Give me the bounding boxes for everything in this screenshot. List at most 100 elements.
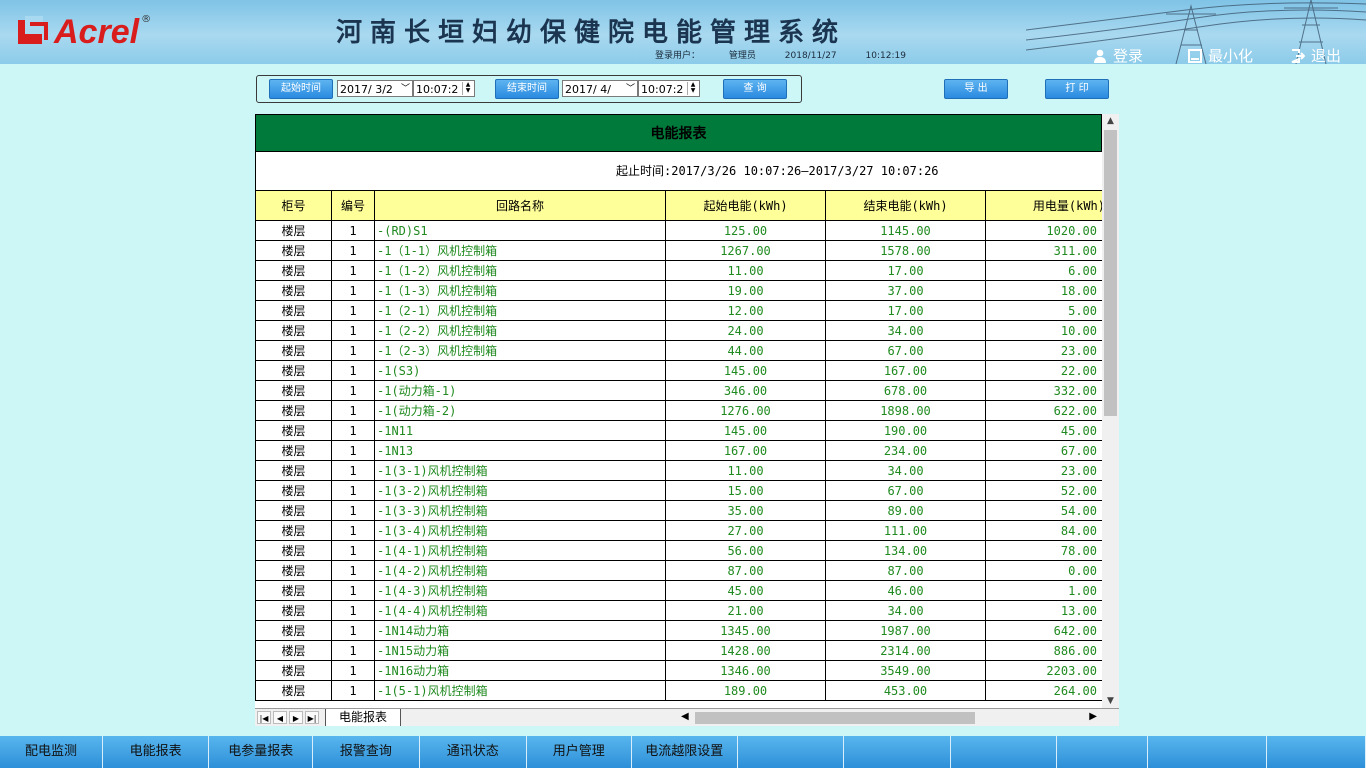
prev-sheet-icon[interactable]: ◀ bbox=[273, 711, 287, 724]
login-user: 管理员 bbox=[728, 51, 756, 61]
cell-end-energy: 190.00 bbox=[825, 420, 986, 441]
table-row: 楼层 1 -1（2-3）风机控制箱 44.00 67.00 23.00 bbox=[255, 340, 1106, 361]
table-row: 楼层 1 -(RD)S1 125.00 1145.00 1020.00 bbox=[255, 220, 1106, 241]
cell-cabinet: 楼层 bbox=[255, 680, 332, 701]
minimize-button[interactable]: 最小化 bbox=[1188, 45, 1253, 64]
export-button[interactable]: 导 出 bbox=[944, 79, 1008, 99]
nav-item-empty[interactable] bbox=[1148, 736, 1267, 768]
cell-consumption: 1020.00 bbox=[985, 220, 1106, 241]
query-button[interactable]: 查 询 bbox=[723, 79, 787, 99]
cell-cabinet: 楼层 bbox=[255, 300, 332, 321]
cell-number: 1 bbox=[331, 300, 375, 321]
cell-number: 1 bbox=[331, 280, 375, 301]
table-row: 楼层 1 -1（1-1）风机控制箱 1267.00 1578.00 311.00 bbox=[255, 240, 1106, 261]
scroll-right-icon[interactable]: ▶ bbox=[1089, 711, 1097, 722]
cell-start-energy: 346.00 bbox=[665, 380, 826, 401]
start-time-input[interactable]: 10:07:2 ▲ ▼ bbox=[413, 80, 475, 97]
cell-circuit-name: -1(动力箱-2) bbox=[374, 400, 666, 421]
cell-number: 1 bbox=[331, 680, 375, 701]
cell-end-energy: 37.00 bbox=[825, 280, 986, 301]
spinner-icon[interactable]: ▲ ▼ bbox=[687, 82, 698, 95]
cell-cabinet: 楼层 bbox=[255, 240, 332, 261]
scroll-left-icon[interactable]: ◀ bbox=[681, 711, 689, 722]
nav-item-empty[interactable] bbox=[1057, 736, 1148, 768]
login-button[interactable]: 登录 bbox=[1093, 45, 1143, 64]
cell-start-energy: 87.00 bbox=[665, 560, 826, 581]
nav-item-1[interactable]: 电能报表 bbox=[103, 736, 210, 768]
cell-cabinet: 楼层 bbox=[255, 440, 332, 461]
cell-end-energy: 1987.00 bbox=[825, 620, 986, 641]
nav-item-2[interactable]: 电参量报表 bbox=[209, 736, 314, 768]
nav-item-empty[interactable] bbox=[844, 736, 951, 768]
scroll-thumb[interactable] bbox=[1104, 130, 1117, 416]
cell-cabinet: 楼层 bbox=[255, 220, 332, 241]
cell-start-energy: 1345.00 bbox=[665, 620, 826, 641]
scroll-up-icon[interactable]: ▲ bbox=[1102, 114, 1119, 128]
table-row: 楼层 1 -1(3-1)风机控制箱 11.00 34.00 23.00 bbox=[255, 460, 1106, 481]
cell-start-energy: 44.00 bbox=[665, 340, 826, 361]
start-date-picker[interactable]: 2017/ 3/2 ﹀ bbox=[337, 80, 413, 97]
horizontal-scrollbar[interactable]: ◀ ▶ bbox=[681, 711, 1117, 725]
cell-circuit-name: -1N11 bbox=[374, 420, 666, 441]
cell-start-energy: 145.00 bbox=[665, 360, 826, 381]
nav-item-0[interactable]: 配电监测 bbox=[0, 736, 103, 768]
nav-item-4[interactable]: 通讯状态 bbox=[420, 736, 527, 768]
nav-item-3[interactable]: 报警查询 bbox=[313, 736, 420, 768]
start-time-label: 起始时间 bbox=[269, 79, 333, 99]
cell-circuit-name: -1(4-4)风机控制箱 bbox=[374, 600, 666, 621]
last-sheet-icon[interactable]: ▶| bbox=[305, 711, 319, 724]
hscroll-thumb[interactable] bbox=[695, 712, 975, 724]
cell-start-energy: 19.00 bbox=[665, 280, 826, 301]
minimize-label: 最小化 bbox=[1208, 47, 1254, 64]
nav-item-empty[interactable] bbox=[738, 736, 845, 768]
cell-circuit-name: -1(3-4)风机控制箱 bbox=[374, 520, 666, 541]
cell-consumption: 1.00 bbox=[985, 580, 1106, 601]
print-button[interactable]: 打 印 bbox=[1045, 79, 1109, 99]
cell-number: 1 bbox=[331, 380, 375, 401]
sheet-tab-bar: |◀ ◀ ▶ ▶| 电能报表 ◀ ▶ bbox=[255, 708, 1119, 726]
vertical-scrollbar[interactable]: ▲ ▼ bbox=[1102, 114, 1119, 708]
cell-cabinet: 楼层 bbox=[255, 580, 332, 601]
nav-item-5[interactable]: 用户管理 bbox=[527, 736, 632, 768]
table-row: 楼层 1 -1(3-4)风机控制箱 27.00 111.00 84.00 bbox=[255, 520, 1106, 541]
cell-circuit-name: -1N13 bbox=[374, 440, 666, 461]
cell-cabinet: 楼层 bbox=[255, 260, 332, 281]
scroll-down-icon[interactable]: ▼ bbox=[1102, 694, 1119, 708]
col-header-consumption: 用电量(kWh) bbox=[985, 190, 1106, 221]
cell-circuit-name: -1(4-1)风机控制箱 bbox=[374, 540, 666, 561]
cell-consumption: 45.00 bbox=[985, 420, 1106, 441]
table-row: 楼层 1 -1(3-3)风机控制箱 35.00 89.00 54.00 bbox=[255, 500, 1106, 521]
cell-consumption: 22.00 bbox=[985, 360, 1106, 381]
cell-number: 1 bbox=[331, 320, 375, 341]
nav-item-empty[interactable] bbox=[951, 736, 1058, 768]
spinner-icon[interactable]: ▲ ▼ bbox=[462, 82, 473, 95]
cell-consumption: 54.00 bbox=[985, 500, 1106, 521]
table-row: 楼层 1 -1(4-4)风机控制箱 21.00 34.00 13.00 bbox=[255, 600, 1106, 621]
chevron-down-icon: ﹀ bbox=[400, 84, 410, 94]
cell-start-energy: 56.00 bbox=[665, 540, 826, 561]
end-date-value: 2017/ 4/ bbox=[565, 83, 611, 96]
cell-circuit-name: -1(3-2)风机控制箱 bbox=[374, 480, 666, 501]
cell-start-energy: 35.00 bbox=[665, 500, 826, 521]
cell-cabinet: 楼层 bbox=[255, 640, 332, 661]
cell-consumption: 886.00 bbox=[985, 640, 1106, 661]
cell-number: 1 bbox=[331, 520, 375, 541]
end-date-picker[interactable]: 2017/ 4/ ﹀ bbox=[562, 80, 638, 97]
nav-item-6[interactable]: 电流越限设置 bbox=[632, 736, 738, 768]
cell-start-energy: 11.00 bbox=[665, 260, 826, 281]
cell-circuit-name: -1(3-1)风机控制箱 bbox=[374, 460, 666, 481]
nav-item-empty[interactable] bbox=[1267, 736, 1366, 768]
end-time-input[interactable]: 10:07:2 ▲ ▼ bbox=[638, 80, 700, 97]
first-sheet-icon[interactable]: |◀ bbox=[257, 711, 271, 724]
table-row: 楼层 1 -1（1-2）风机控制箱 11.00 17.00 6.00 bbox=[255, 260, 1106, 281]
cell-cabinet: 楼层 bbox=[255, 480, 332, 501]
cell-circuit-name: -1(4-3)风机控制箱 bbox=[374, 580, 666, 601]
login-user-label: 登录用户： bbox=[655, 51, 701, 61]
sheet-tab-energy-report[interactable]: 电能报表 bbox=[325, 709, 401, 726]
logout-button[interactable]: 退出 bbox=[1291, 45, 1341, 64]
cell-consumption: 23.00 bbox=[985, 340, 1106, 361]
cell-start-energy: 145.00 bbox=[665, 420, 826, 441]
next-sheet-icon[interactable]: ▶ bbox=[289, 711, 303, 724]
table-row: 楼层 1 -1N14动力箱 1345.00 1987.00 642.00 bbox=[255, 620, 1106, 641]
cell-number: 1 bbox=[331, 340, 375, 361]
